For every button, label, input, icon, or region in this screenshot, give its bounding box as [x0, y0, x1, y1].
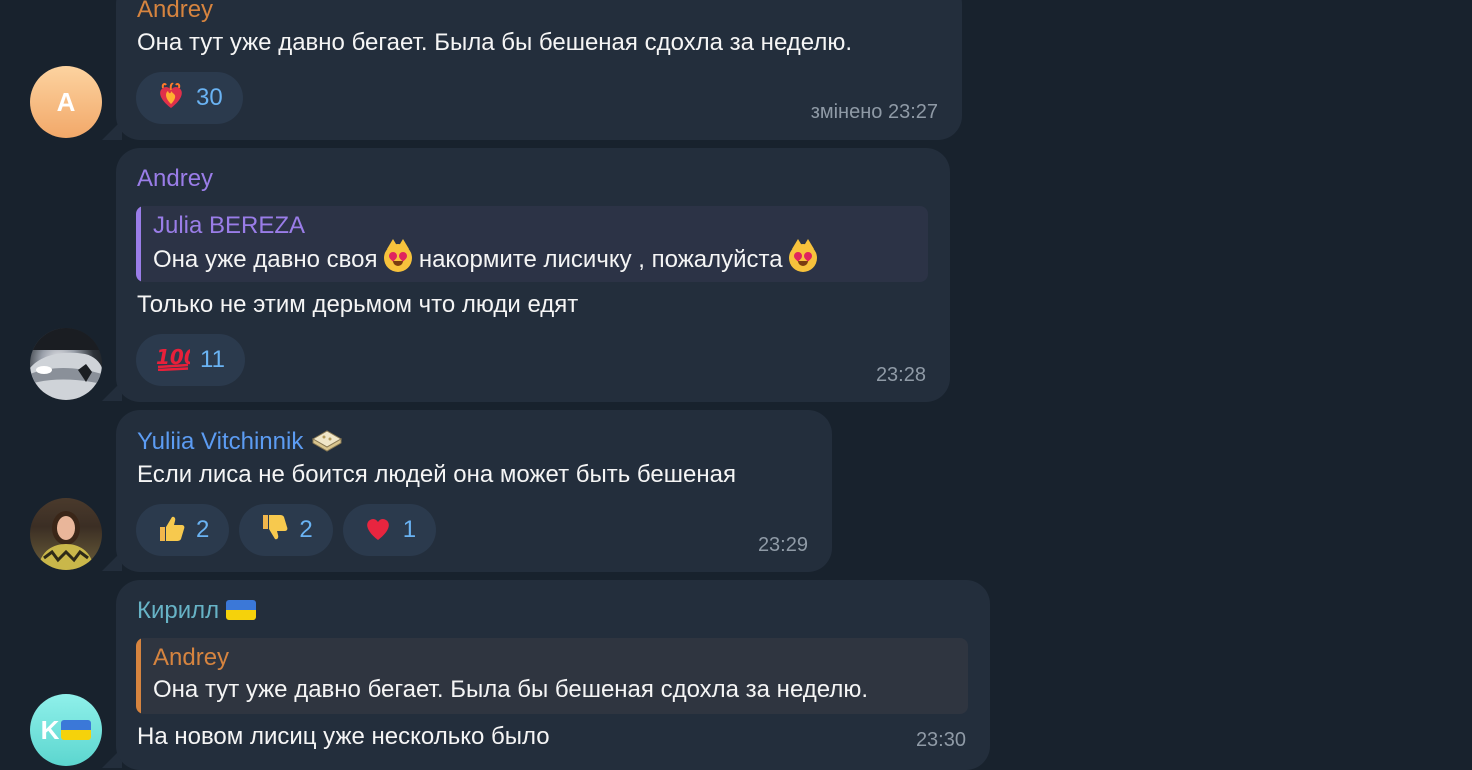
message-bubble[interactable]: Кирилл Andrey Она тут уже давно бегает. … [116, 580, 990, 770]
message-time: 23:28 [875, 364, 926, 386]
ukraine-flag-icon [61, 720, 92, 740]
reaction-count: 1 [402, 516, 417, 543]
reply-text: Она тут уже давно бегает. Была бы бешена… [153, 676, 868, 703]
reactions: 30 [136, 72, 243, 124]
burning-heart-icon [156, 82, 186, 114]
reply-preview[interactable]: Julia BEREZA Она уже давно своя накормит… [136, 206, 928, 282]
chat-history: A Andrey Она тут уже давно бегает. Была … [0, 0, 1472, 770]
reaction-thumbs-down[interactable]: 2 [239, 504, 333, 556]
avatar[interactable]: K [30, 694, 102, 766]
person-photo-icon [38, 511, 94, 570]
sender-name-text: Кирилл [137, 597, 226, 624]
message-text: Если лиса не боится людей она может быть… [137, 461, 736, 488]
message-time: 23:29 [757, 534, 808, 556]
thumbs-up-icon [156, 513, 186, 547]
message-text: На новом лисиц уже несколько было [137, 723, 550, 750]
reaction-thumbs-up[interactable]: 2 [136, 504, 230, 556]
reply-author: Julia BEREZA [153, 212, 306, 239]
reaction-count: 2 [299, 516, 313, 543]
heart-eyes-cat-icon [789, 239, 818, 272]
reaction-count: 11 [200, 346, 225, 373]
reactions: 100 11 [136, 334, 245, 386]
reaction-burning-heart[interactable]: 30 [136, 72, 243, 124]
avatar[interactable]: A [30, 66, 102, 138]
sender-name[interactable]: Andrey [137, 0, 213, 24]
cheese-sandwich-icon [311, 430, 343, 452]
thumbs-down-icon [259, 513, 289, 547]
sender-badge [303, 428, 344, 455]
heart-eyes-cat-icon [384, 239, 413, 272]
red-heart-icon [363, 514, 393, 546]
sender-name[interactable]: Yuliia Vitchinnik [137, 427, 344, 456]
reply-text-part: Она уже давно своя [153, 246, 385, 273]
reply-bar [136, 638, 141, 714]
reply-bar [136, 206, 141, 282]
sender-name[interactable]: Кирилл [137, 597, 256, 625]
avatar[interactable] [30, 328, 102, 400]
car-photo-icon [30, 328, 102, 400]
hundred-points-icon: 100 [156, 345, 198, 375]
reply-text: Она уже давно своя накормите лисичку , п… [153, 239, 818, 274]
sender-name[interactable]: Andrey [137, 165, 213, 193]
reaction-count: 2 [196, 516, 210, 543]
avatar-initial: A [56, 86, 76, 117]
reactions: 2 2 1 [136, 504, 437, 556]
message-time: 23:30 [915, 729, 966, 751]
ukraine-flag-icon [225, 600, 256, 620]
message-text: Только не этим дерьмом что люди едят [137, 291, 579, 318]
sender-name-text: Yuliia Vitchinnik [137, 428, 304, 455]
reaction-hundred[interactable]: 100 11 [136, 334, 245, 386]
reply-author: Andrey [153, 644, 230, 671]
message-text: Она тут уже давно бегает. Была бы бешена… [137, 29, 852, 56]
message-time: змінено 23:27 [810, 101, 938, 123]
message-bubble[interactable]: Andrey Она тут уже давно бегает. Была бы… [116, 0, 962, 140]
message-bubble[interactable]: Yuliia Vitchinnik Если лиса не боится лю… [116, 410, 832, 572]
avatar-initial: K [40, 714, 60, 745]
reply-text-part: накормите лисичку , пожалуйста [418, 246, 790, 273]
reaction-count: 30 [196, 84, 223, 111]
reply-preview[interactable]: Andrey Она тут уже давно бегает. Была бы… [136, 638, 968, 714]
avatar[interactable] [30, 498, 102, 570]
message-bubble[interactable]: Andrey Julia BEREZA Она уже давно своя н… [116, 148, 950, 402]
reaction-red-heart[interactable]: 1 [342, 504, 437, 556]
